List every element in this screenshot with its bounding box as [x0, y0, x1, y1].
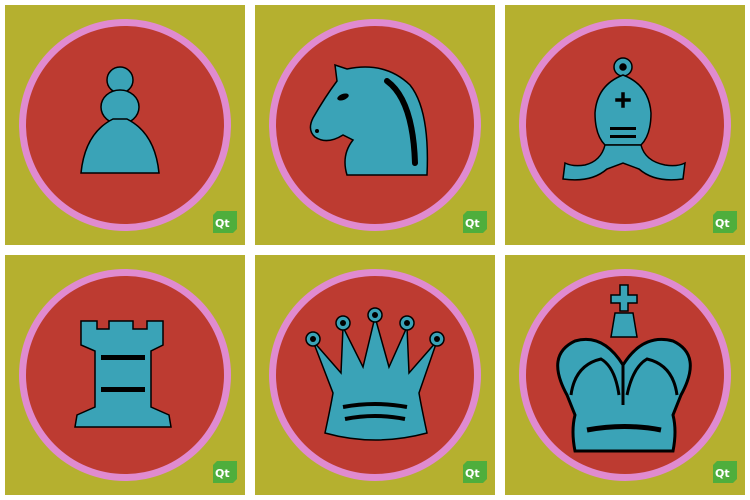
king-badge: Qt	[505, 255, 745, 495]
qt-logo-text: Qt	[465, 217, 480, 230]
tile-king[interactable]: Qt	[505, 255, 745, 495]
knight-badge: Qt	[255, 5, 495, 245]
tile-queen[interactable]: Qt	[255, 255, 495, 495]
tile-pawn[interactable]: Qt	[5, 5, 245, 245]
qt-logo: Qt	[713, 461, 737, 483]
qt-logo: Qt	[213, 461, 237, 483]
chess-piece-grid: Qt Qt Qt Qt Qt Qt	[0, 0, 750, 500]
pawn-badge: Qt	[5, 5, 245, 245]
tile-rook[interactable]: Qt	[5, 255, 245, 495]
tile-knight[interactable]: Qt	[255, 5, 495, 245]
qt-logo: Qt	[463, 461, 487, 483]
qt-logo-text: Qt	[715, 217, 730, 230]
bishop-badge: Qt	[505, 5, 745, 245]
qt-logo-text: Qt	[215, 467, 230, 480]
qt-logo-text: Qt	[215, 217, 230, 230]
queen-badge: Qt	[255, 255, 495, 495]
tile-bishop[interactable]: Qt	[505, 5, 745, 245]
qt-logo: Qt	[463, 211, 487, 233]
qt-logo: Qt	[213, 211, 237, 233]
rook-badge: Qt	[5, 255, 245, 495]
qt-logo-text: Qt	[715, 467, 730, 480]
qt-logo-text: Qt	[465, 467, 480, 480]
qt-logo: Qt	[713, 211, 737, 233]
